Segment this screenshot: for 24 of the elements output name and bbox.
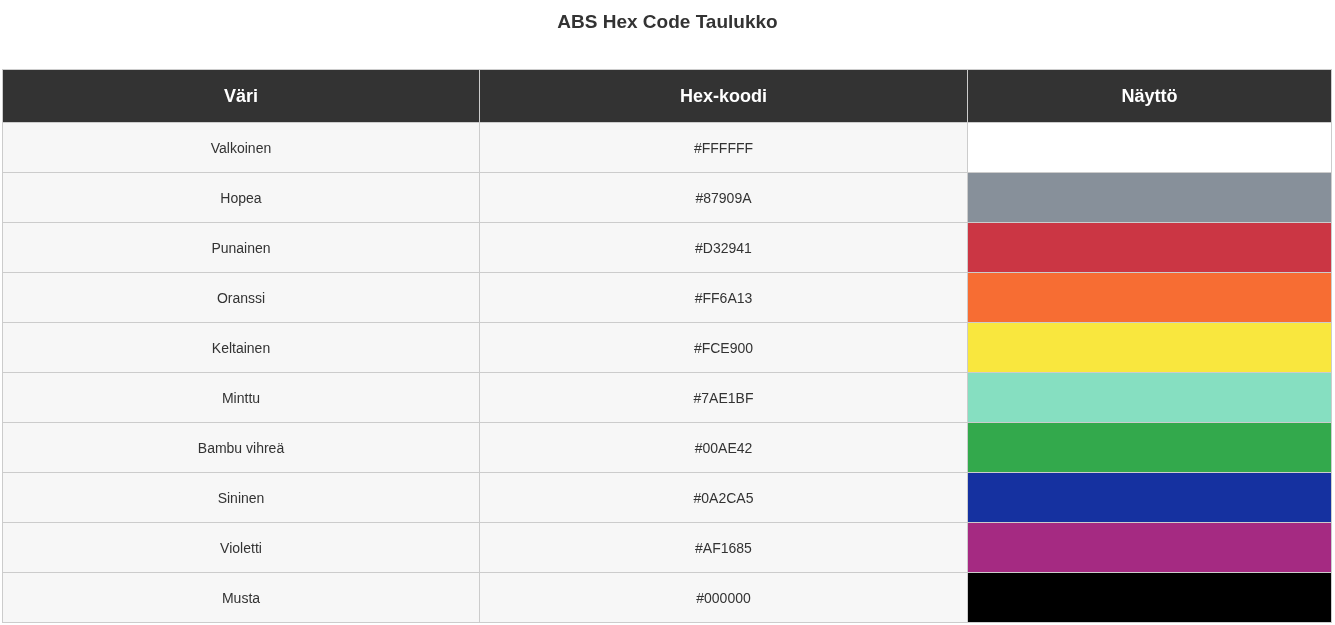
column-header: Näyttö [967,69,1332,123]
table-cell: #87909A [479,172,968,223]
page-title: ABS Hex Code Taulukko [556,10,779,34]
table-cell: Keltainen [2,322,480,373]
table-cell: Hopea [2,172,480,223]
table-cell: #FCE900 [479,322,968,373]
column-header: Väri [2,69,480,123]
table-cell: #AF1685 [479,522,968,573]
table-cell: #0A2CA5 [479,472,968,523]
table-cell: Musta [2,572,480,623]
table-cell: Valkoinen [2,122,480,173]
table-cell: #FF6A13 [479,272,968,323]
table-cell: Oranssi [2,272,480,323]
table-cell: #FFFFFF [479,122,968,173]
table-cell: Violetti [2,522,480,573]
table-cell: #D32941 [479,222,968,273]
table-cell: #000000 [479,572,968,623]
table-cell: #7AE1BF [479,372,968,423]
table-cell: Sininen [2,472,480,523]
table-cell: Minttu [2,372,480,423]
column-header: Hex-koodi [479,69,968,123]
table-cell: #00AE42 [479,422,968,473]
table-cell: Bambu vihreä [2,422,480,473]
table-cell: Punainen [2,222,480,273]
